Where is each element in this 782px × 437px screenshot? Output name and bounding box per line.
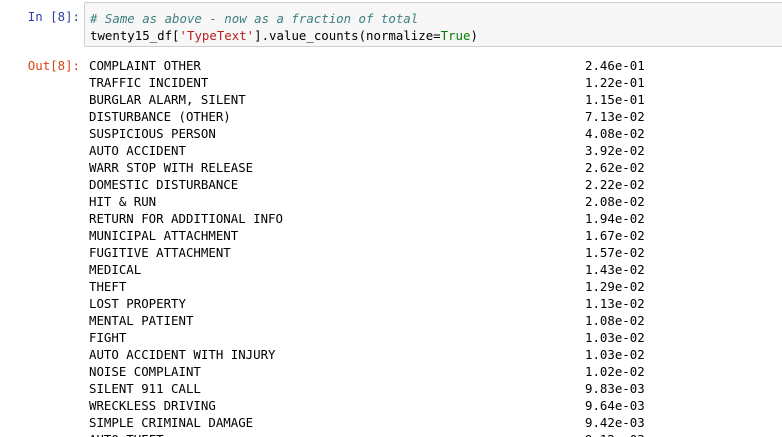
code-line-comment: # Same as above - now as a fraction of t…: [90, 10, 418, 27]
code-token: twenty15_df[: [90, 28, 180, 43]
output-row-value: 1.08e-02: [585, 313, 645, 328]
output-row-value: 1.67e-02: [585, 228, 645, 243]
output-row-label: BURGLAR ALARM, SILENT: [89, 92, 246, 107]
output-row: FUGITIVE ATTACHMENT 1.57e-02: [89, 244, 782, 261]
output-row-value: 1.94e-02: [585, 211, 645, 226]
code-comment: # Same as above - now as a fraction of t…: [90, 11, 419, 26]
output-row-value: 1.13e-02: [585, 296, 645, 311]
output-row: DISTURBANCE (OTHER) 7.13e-02: [89, 108, 782, 125]
output-row-label: HIT & RUN: [89, 194, 157, 209]
output-row-label: SILENT 911 CALL: [89, 381, 201, 396]
output-row-label: MENTAL PATIENT: [89, 313, 194, 328]
output-row: HIT & RUN 2.08e-02: [89, 193, 782, 210]
output-row-label: FIGHT: [89, 330, 127, 345]
output-row-label: NOISE COMPLAINT: [89, 364, 201, 379]
output-row-label: AUTO ACCIDENT: [89, 143, 186, 158]
output-row: MENTAL PATIENT 1.08e-02: [89, 312, 782, 329]
output-row: LOST PROPERTY 1.13e-02: [89, 295, 782, 312]
output-row: BURGLAR ALARM, SILENT 1.15e-01: [89, 91, 782, 108]
output-row-label: FUGITIVE ATTACHMENT: [89, 245, 231, 260]
output-row-label: COMPLAINT OTHER: [89, 58, 201, 73]
output-row: DOMESTIC DISTURBANCE 2.22e-02: [89, 176, 782, 193]
output-row: SILENT 911 CALL 9.83e-03: [89, 380, 782, 397]
output-row-label: SUSPICIOUS PERSON: [89, 126, 216, 141]
output-row-value: 9.83e-03: [585, 381, 645, 396]
output-row-value: 1.03e-02: [585, 330, 645, 345]
output-row-value: 1.57e-02: [585, 245, 645, 260]
output-row-label: TRAFFIC INCIDENT: [89, 75, 209, 90]
output-row: COMPLAINT OTHER 2.46e-01: [89, 57, 782, 74]
output-row-value: 9.42e-03: [585, 415, 645, 430]
output-row: AUTO ACCIDENT 3.92e-02: [89, 142, 782, 159]
output-row-label: THEFT: [89, 279, 127, 294]
output-row-label: LOST PROPERTY: [89, 296, 186, 311]
output-row: AUTO THEFT 9.12e-03: [89, 431, 782, 437]
output-row: MEDICAL 1.43e-02: [89, 261, 782, 278]
code-input-area[interactable]: # Same as above - now as a fraction of t…: [84, 2, 782, 47]
output-row-value: 4.08e-02: [585, 126, 645, 141]
output-row-value: 1.43e-02: [585, 262, 645, 277]
output-prompt: Out[8]:: [27, 58, 80, 73]
output-row: NOISE COMPLAINT 1.02e-02: [89, 363, 782, 380]
output-row-label: WARR STOP WITH RELEASE: [89, 160, 254, 175]
output-row-value: 3.92e-02: [585, 143, 645, 158]
output-row: MUNICIPAL ATTACHMENT 1.67e-02: [89, 227, 782, 244]
output-row-label: MUNICIPAL ATTACHMENT: [89, 228, 239, 243]
output-area: COMPLAINT OTHER 2.46e-01 TRAFFIC INCIDENT 1…: [89, 57, 782, 437]
output-row-value: 9.12e-03: [585, 431, 645, 437]
output-row: THEFT 1.29e-02: [89, 278, 782, 295]
output-row-label: DISTURBANCE (OTHER): [89, 109, 231, 124]
output-row: AUTO ACCIDENT WITH INJURY 1.03e-02: [89, 346, 782, 363]
output-row-value: 1.02e-02: [585, 364, 645, 379]
output-row: TRAFFIC INCIDENT 1.22e-01: [89, 74, 782, 91]
output-row-value: 1.29e-02: [585, 279, 645, 294]
code-token: ): [470, 28, 478, 43]
output-row-value: 2.62e-02: [585, 160, 645, 175]
code-string: 'TypeText': [179, 28, 255, 43]
output-row: WRECKLESS DRIVING 9.64e-03: [89, 397, 782, 414]
output-row-value: 2.22e-02: [585, 177, 645, 192]
code-token: ].value_counts(normalize=: [254, 28, 441, 43]
output-row-label: MEDICAL: [89, 262, 142, 277]
code-line-statement: twenty15_df['TypeText'].value_counts(nor…: [90, 27, 478, 44]
input-prompt: In [8]:: [27, 9, 80, 24]
output-row-value: 1.22e-01: [585, 75, 645, 90]
output-row: FIGHT 1.03e-02: [89, 329, 782, 346]
output-row-label: SIMPLE CRIMINAL DAMAGE: [89, 415, 254, 430]
output-row-value: 9.64e-03: [585, 398, 645, 413]
output-row: SIMPLE CRIMINAL DAMAGE 9.42e-03: [89, 414, 782, 431]
output-row-label: RETURN FOR ADDITIONAL INFO: [89, 211, 283, 226]
output-row-value: 1.15e-01: [585, 92, 645, 107]
output-row-value: 1.03e-02: [585, 347, 645, 362]
output-row: WARR STOP WITH RELEASE 2.62e-02: [89, 159, 782, 176]
output-row-value: 7.13e-02: [585, 109, 645, 124]
output-row: SUSPICIOUS PERSON 4.08e-02: [89, 125, 782, 142]
output-row-label: DOMESTIC DISTURBANCE: [89, 177, 239, 192]
output-row-label: AUTO THEFT: [89, 431, 164, 437]
code-keyword: True: [440, 28, 471, 43]
notebook-cell: In [8]: # Same as above - now as a fract…: [0, 0, 782, 437]
output-row: RETURN FOR ADDITIONAL INFO 1.94e-02: [89, 210, 782, 227]
output-row-value: 2.08e-02: [585, 194, 645, 209]
output-row-value: 2.46e-01: [585, 58, 645, 73]
output-row-label: WRECKLESS DRIVING: [89, 398, 216, 413]
output-row-label: AUTO ACCIDENT WITH INJURY: [89, 347, 276, 362]
